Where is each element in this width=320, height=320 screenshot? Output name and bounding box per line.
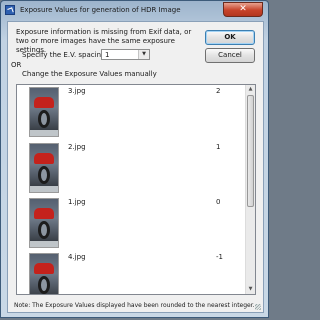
ev-spacing-select[interactable]: 1 ▼: [101, 49, 150, 60]
image-thumbnail: [29, 253, 59, 294]
image-filename: 1.jpg: [68, 198, 86, 206]
scroll-up-icon[interactable]: ▲: [246, 85, 255, 94]
or-label: OR: [11, 61, 22, 69]
image-thumbnail: [29, 198, 59, 248]
ok-button[interactable]: OK: [205, 30, 255, 45]
exposure-value-field[interactable]: 0: [216, 198, 220, 206]
image-list[interactable]: 3.jpg 2 2.jpg 1 1.jpg 0 4.jpg -1 ▲ ▼: [16, 84, 256, 295]
resize-grip-icon[interactable]: [255, 304, 261, 310]
image-filename: 3.jpg: [68, 87, 86, 95]
image-filename: 2.jpg: [68, 143, 86, 151]
close-button[interactable]: ✕: [223, 2, 263, 17]
list-item[interactable]: 4.jpg -1: [17, 251, 245, 294]
image-thumbnail: [29, 87, 59, 137]
image-filename: 4.jpg: [68, 253, 86, 261]
chevron-down-icon[interactable]: ▼: [138, 50, 149, 59]
exposure-value-field[interactable]: 1: [216, 143, 220, 151]
image-thumbnail: [29, 143, 59, 193]
list-item[interactable]: 3.jpg 2: [17, 85, 245, 141]
list-item[interactable]: 2.jpg 1: [17, 141, 245, 197]
ev-spacing-value: 1: [105, 51, 110, 59]
scroll-down-icon[interactable]: ▼: [246, 285, 255, 294]
scrollbar-thumb[interactable]: [247, 95, 254, 207]
dialog-body: Exposure information is missing from Exi…: [7, 21, 264, 313]
dialog-window: Exposure Values for generation of HDR Im…: [0, 0, 269, 318]
vertical-scrollbar[interactable]: ▲ ▼: [245, 85, 255, 294]
window-title: Exposure Values for generation of HDR Im…: [20, 6, 181, 14]
list-item[interactable]: 1.jpg 0: [17, 196, 245, 252]
title-bar[interactable]: Exposure Values for generation of HDR Im…: [1, 1, 268, 20]
rounding-note: Note: The Exposure Values displayed have…: [14, 302, 255, 309]
cancel-button[interactable]: Cancel: [205, 48, 255, 63]
exposure-value-field[interactable]: 2: [216, 87, 220, 95]
exposure-value-field[interactable]: -1: [216, 253, 223, 261]
app-icon: [5, 5, 15, 15]
manual-change-label: Change the Exposure Values manually: [22, 70, 157, 78]
ev-spacing-label: Specify the E.V. spacing:: [22, 51, 108, 59]
